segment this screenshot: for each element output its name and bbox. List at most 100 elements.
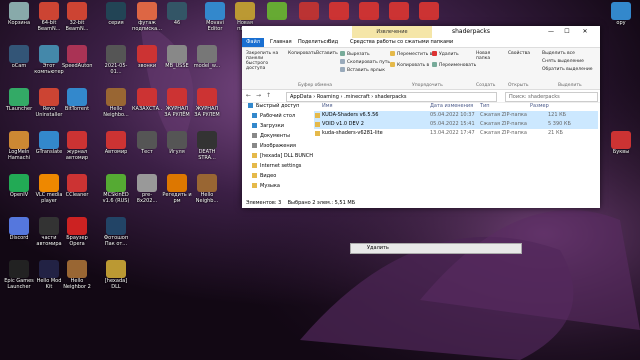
- desktop-shortcut[interactable]: Hello Neighbo...: [101, 88, 131, 118]
- column-name[interactable]: Имя: [322, 101, 333, 111]
- desktop-shortcut[interactable]: ЖУРНАЛ ЗА РУЛЕМ: [192, 88, 222, 118]
- sidebar-item[interactable]: Загрузки: [242, 121, 312, 131]
- desktop-shortcut[interactable]: DEATH STRA...: [192, 131, 222, 161]
- sidebar-item[interactable]: Internet settings: [242, 161, 312, 171]
- desktop-shortcut[interactable]: ору: [606, 2, 636, 26]
- desktop-shortcut[interactable]: Discord: [4, 217, 34, 241]
- file-explorer-window[interactable]: Извлечение shaderpacks — ☐ ✕ Файл Главна…: [242, 26, 600, 208]
- column-date[interactable]: Дата изменения: [430, 101, 473, 111]
- desktop-shortcut[interactable]: GTranslate: [34, 131, 64, 155]
- delete-button[interactable]: Удалить: [432, 51, 459, 57]
- copy-button[interactable]: Копировать: [288, 51, 316, 56]
- back-arrow-icon[interactable]: ←: [246, 92, 251, 99]
- select-none-button[interactable]: Снять выделение: [542, 59, 584, 64]
- desktop-shortcut[interactable]: 32-bit BeamN...: [62, 2, 92, 32]
- desktop-shortcut[interactable]: MCSkinED v1.6 (RUS): [101, 174, 131, 204]
- properties-button[interactable]: Свойства: [508, 51, 530, 56]
- desktop-shortcut[interactable]: [414, 2, 444, 20]
- sidebar-item[interactable]: Документы: [242, 131, 312, 141]
- new-folder-button[interactable]: Новая папка: [476, 51, 494, 61]
- paste-button[interactable]: Вставить: [316, 51, 338, 56]
- column-type[interactable]: Тип: [480, 101, 490, 111]
- desktop-shortcut[interactable]: LogMeIn Hamachi: [4, 131, 34, 161]
- forward-arrow-icon[interactable]: →: [256, 92, 261, 99]
- sidebar-item[interactable]: [hexada] DLL BUNCH: [242, 151, 313, 161]
- tab-file[interactable]: Файл: [242, 38, 264, 47]
- desktop-shortcut[interactable]: Фотошоп Пак от...: [101, 217, 131, 247]
- desktop-shortcut[interactable]: журнал автомир: [62, 131, 92, 161]
- desktop-shortcut[interactable]: серия: [101, 2, 131, 26]
- desktop-shortcut[interactable]: [294, 2, 324, 20]
- sidebar-item[interactable]: Изображения: [242, 141, 312, 151]
- copy-path-button[interactable]: Скопировать путь: [340, 59, 390, 65]
- desktop-shortcut[interactable]: BitTorrent: [62, 88, 92, 112]
- paste-shortcut-button[interactable]: Вставить ярлык: [340, 67, 385, 73]
- desktop-shortcut[interactable]: [384, 2, 414, 20]
- desktop-shortcut[interactable]: Регедить и рм: [162, 174, 192, 204]
- desktop-shortcut[interactable]: model_w...: [192, 45, 222, 69]
- column-size[interactable]: Размер: [530, 101, 549, 111]
- desktop-shortcut[interactable]: Epic Games Launcher: [4, 260, 34, 290]
- pin-quick-access-button[interactable]: Закрепить на панели быстрого доступа: [246, 51, 286, 71]
- desktop-shortcut[interactable]: Игуля: [162, 131, 192, 155]
- file-row[interactable]: KUDA-Shaders v6.5.56 05.04.2022 10:37 Сжат…: [314, 111, 598, 120]
- desktop-shortcut[interactable]: 46: [162, 2, 192, 26]
- desktop-shortcut[interactable]: CCleaner: [62, 174, 92, 198]
- desktop-shortcut[interactable]: Hello Neighbor 2: [62, 260, 92, 290]
- desktop-shortcut[interactable]: VLC media player: [34, 174, 64, 204]
- desktop-shortcut[interactable]: Буквы: [606, 131, 636, 155]
- breadcrumb-minecraft[interactable]: .minecraft: [344, 94, 370, 100]
- minimize-button[interactable]: —: [544, 26, 558, 38]
- up-arrow-icon[interactable]: ↑: [266, 92, 271, 99]
- title-bar[interactable]: Извлечение shaderpacks — ☐ ✕: [242, 26, 600, 38]
- desktop-shortcut[interactable]: КАЗАХСТА...: [132, 88, 162, 112]
- rename-button[interactable]: Переименовать: [432, 62, 476, 68]
- desktop-shortcut[interactable]: [324, 2, 354, 20]
- desktop-shortcut[interactable]: звонки: [132, 45, 162, 69]
- tab-compressed-tools[interactable]: Средства работы со сжатыми папками: [350, 39, 453, 45]
- desktop-shortcut[interactable]: Тест: [132, 131, 162, 155]
- invert-selection-button[interactable]: Обратить выделение: [542, 67, 593, 72]
- sidebar-item[interactable]: Музыка: [242, 181, 312, 191]
- desktop-shortcut[interactable]: ЖУРНАЛ ЗА РУЛЁМ: [162, 88, 192, 118]
- desktop-shortcut[interactable]: oCam: [4, 45, 34, 69]
- breadcrumb-shaderpacks[interactable]: shaderpacks: [375, 94, 407, 100]
- desktop-shortcut[interactable]: футаж подписка...: [132, 2, 162, 32]
- cut-button[interactable]: Вырезать: [340, 51, 370, 57]
- desktop-shortcut[interactable]: Корзина: [4, 2, 34, 26]
- desktop-shortcut[interactable]: Revo Uninstaller: [34, 88, 64, 118]
- desktop-shortcut[interactable]: SpeedAutom...: [62, 45, 92, 69]
- sidebar-item[interactable]: Рабочий стол: [242, 111, 312, 121]
- copy-to-button[interactable]: Копировать в: [390, 62, 429, 68]
- sidebar-item[interactable]: Быстрый доступ: [242, 101, 312, 111]
- breadcrumb-roaming[interactable]: Roaming: [317, 94, 339, 100]
- desktop-shortcut[interactable]: OpenIV: [4, 174, 34, 198]
- maximize-button[interactable]: ☐: [560, 26, 574, 38]
- move-to-button[interactable]: Переместить в: [390, 51, 432, 57]
- desktop-shortcut[interactable]: Этот компьютер: [34, 45, 64, 75]
- desktop-shortcut[interactable]: Movavi Editor: [200, 2, 230, 32]
- desktop-shortcut[interactable]: Автомир: [101, 131, 131, 155]
- select-all-button[interactable]: Выделить все: [542, 51, 575, 56]
- file-row[interactable]: VOID v1.0 DEV 2 05.04.2022 15:41 Сжатая ZI…: [314, 120, 598, 129]
- breadcrumb-appdata[interactable]: AppData: [290, 94, 312, 100]
- desktop-shortcut[interactable]: MB_USSE: [162, 45, 192, 69]
- tab-home[interactable]: Главная: [270, 39, 292, 45]
- desktop-shortcut[interactable]: 64-bit BeamN...: [34, 2, 64, 32]
- desktop-shortcut[interactable]: [hexada] DLL BUNCH: [101, 260, 131, 290]
- tab-view[interactable]: Вид: [328, 39, 338, 45]
- extract-context-tab[interactable]: Извлечение: [352, 26, 432, 38]
- file-row[interactable]: kuda-shaders-v6281-lite 13.04.2022 17:47 С…: [314, 129, 598, 138]
- desktop-shortcut[interactable]: [354, 2, 384, 20]
- desktop-shortcut[interactable]: 2021-05-01...: [101, 45, 131, 75]
- sidebar-item[interactable]: Видео: [242, 171, 312, 181]
- desktop-shortcut[interactable]: pre-8x202...: [132, 174, 162, 204]
- desktop-shortcut[interactable]: [262, 2, 292, 20]
- tab-share[interactable]: Поделиться: [298, 39, 329, 45]
- desktop-shortcut[interactable]: Hello Neighb...: [192, 174, 222, 204]
- close-button[interactable]: ✕: [578, 26, 592, 38]
- desktop-shortcut[interactable]: части автомира: [34, 217, 64, 247]
- desktop-shortcut[interactable]: Hello Mod Kit: [34, 260, 64, 290]
- desktop-shortcut[interactable]: Браузер Opera: [62, 217, 92, 247]
- desktop-shortcut[interactable]: TLauncher: [4, 88, 34, 112]
